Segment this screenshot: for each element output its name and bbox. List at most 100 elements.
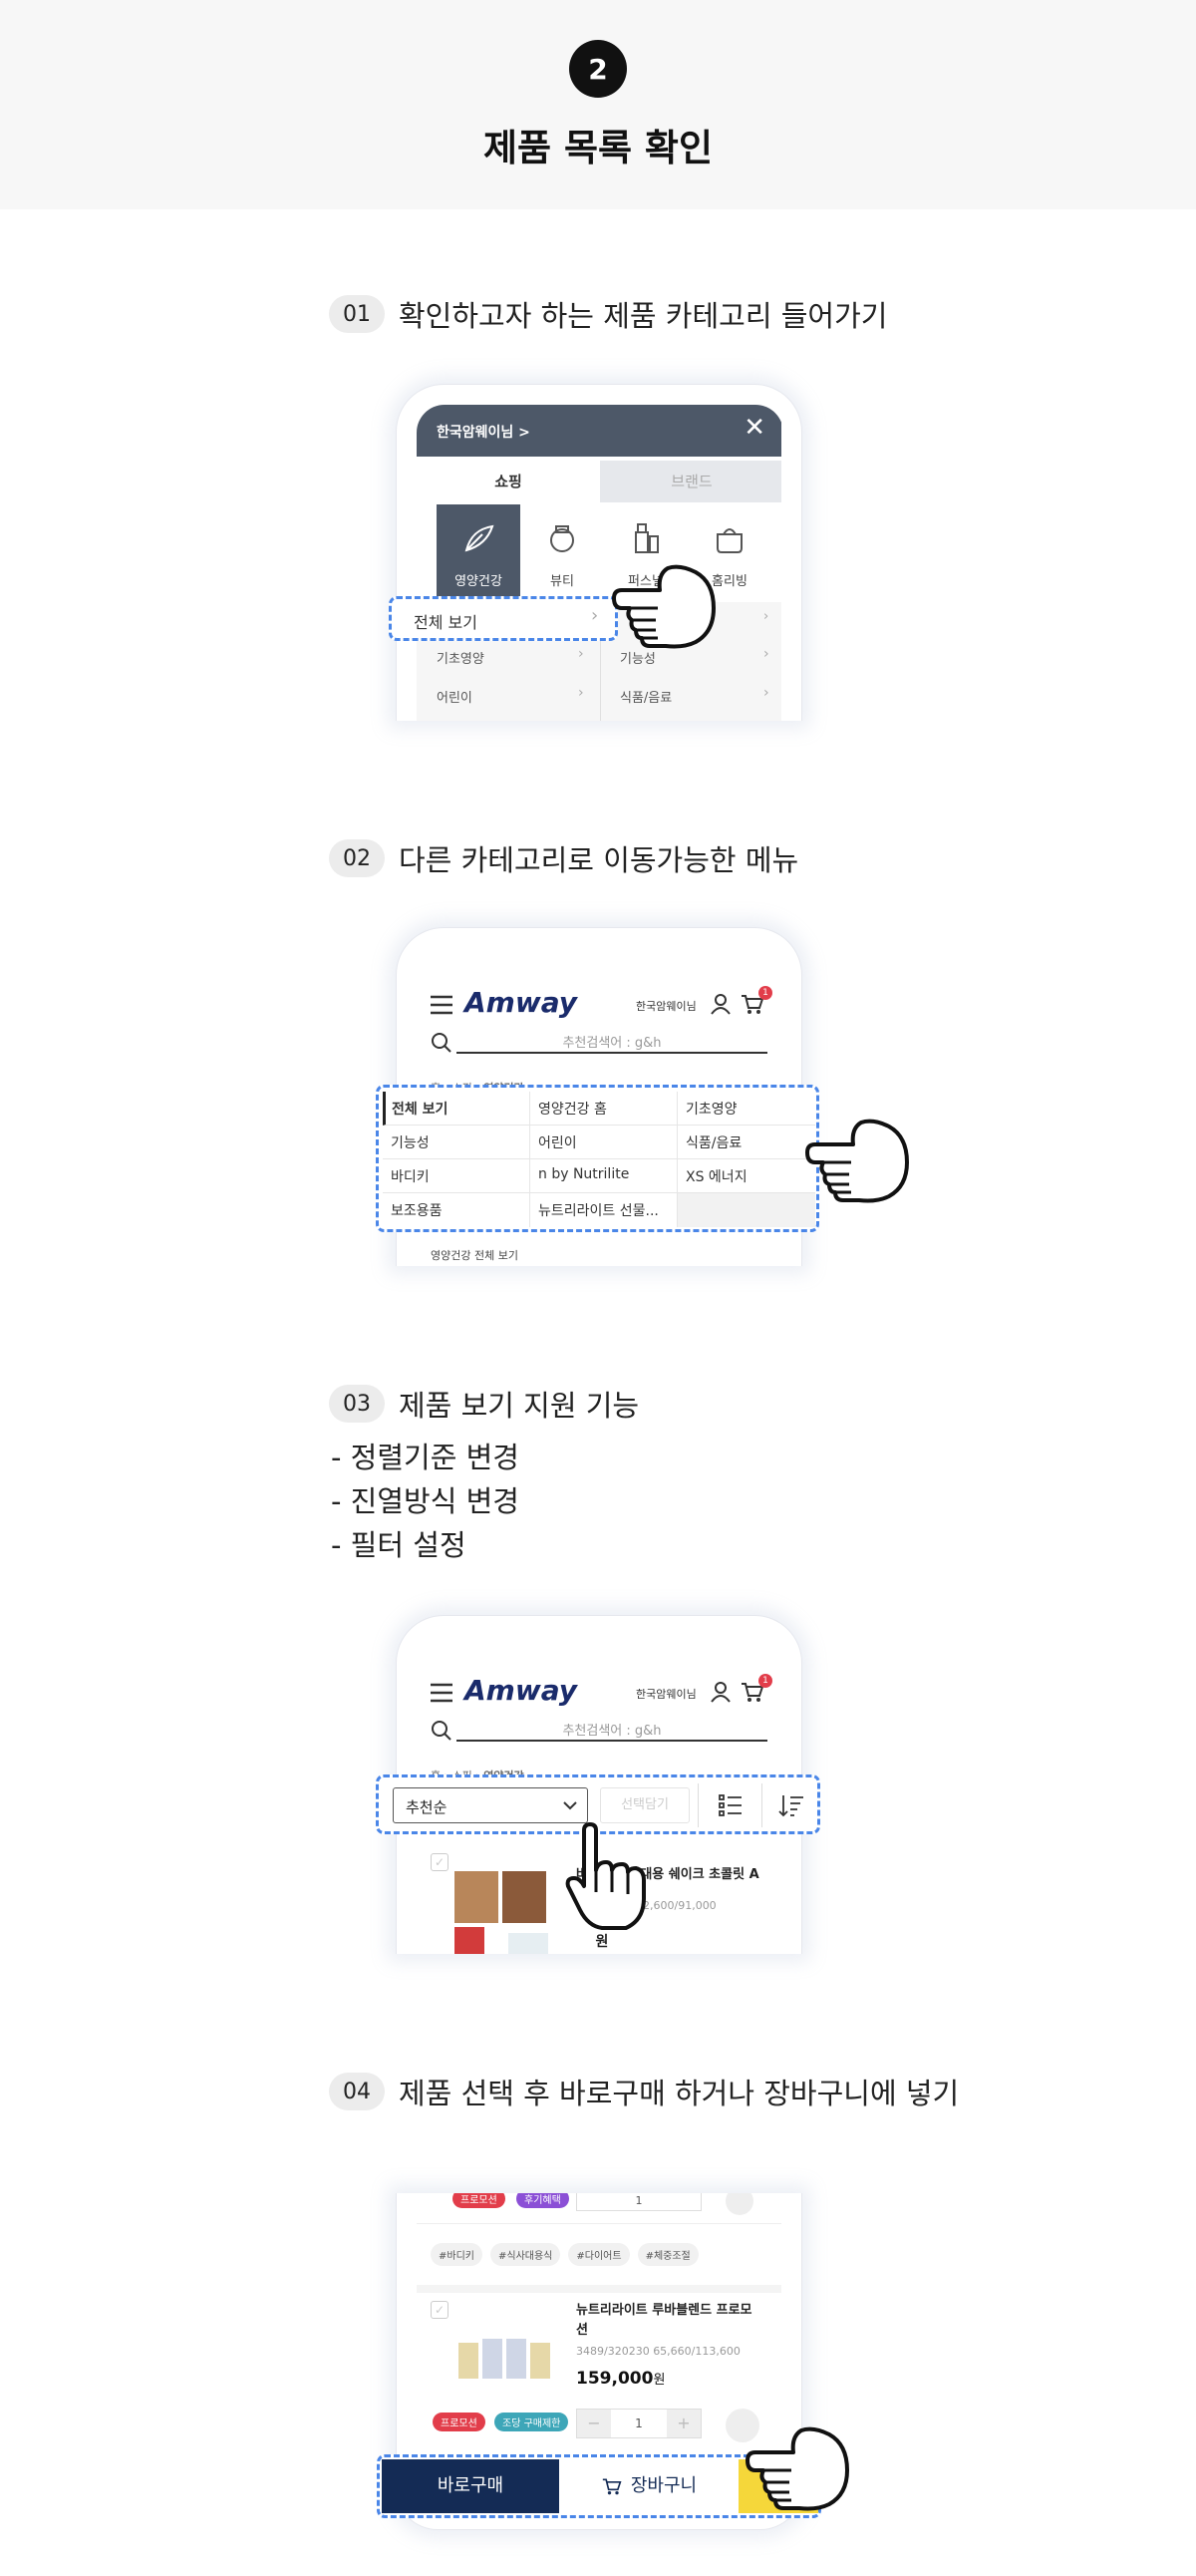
add-to-cart-icon[interactable] xyxy=(726,2193,753,2215)
pot-icon xyxy=(717,528,743,553)
menu-item[interactable]: 어린이 xyxy=(530,1126,678,1159)
highlight-all-view[interactable]: 전체 보기 › xyxy=(389,596,618,641)
product-name-line: 뉴트리라이트 루바블렌드 프로모 xyxy=(576,2303,752,2318)
product-image xyxy=(454,1871,498,1923)
cart-count-badge: 1 xyxy=(758,1674,772,1688)
product-image xyxy=(508,1933,548,1954)
category-beauty[interactable]: 뷰티 xyxy=(520,504,604,602)
bottle-icon xyxy=(635,523,659,553)
decrease-button[interactable]: − xyxy=(577,2410,611,2437)
divider xyxy=(417,2285,781,2293)
menu-item[interactable]: 식품/음료 xyxy=(678,1126,815,1159)
submenu-item[interactable]: 기초영양 xyxy=(437,648,484,667)
feature-list: - 정렬기준 변경 - 진열방식 변경 - 필터 설정 xyxy=(331,1436,519,1567)
submenu-item[interactable]: 어린이 xyxy=(437,687,472,706)
menu-item[interactable]: 보조용품 xyxy=(383,1193,530,1227)
all-view-label: 전체 보기 xyxy=(414,613,477,632)
section-number: 01 xyxy=(329,295,385,333)
divider xyxy=(761,1783,762,1827)
tag-list: #바디키 #식사대용식 #다이어트 #체중조절 xyxy=(431,2243,699,2266)
user-icon[interactable] xyxy=(710,992,732,1016)
tab-brand[interactable]: 브랜드 xyxy=(600,461,781,502)
search-input[interactable]: 추천검색어 : g&h xyxy=(456,1720,767,1742)
section-header: 2 제품 목록 확인 xyxy=(0,0,1196,209)
menu-item[interactable]: 뉴트리라이트 선물... xyxy=(530,1193,678,1227)
pointing-hand-icon xyxy=(805,1119,909,1203)
list-view-icon[interactable] xyxy=(718,1792,744,1818)
category-nutrition[interactable]: 영양건강 xyxy=(437,504,520,602)
buy-now-button[interactable]: 바로구매 xyxy=(382,2459,559,2513)
pointing-hand-icon xyxy=(746,2426,849,2511)
quantity-stepper[interactable]: − 1 + xyxy=(576,2409,702,2438)
menu-item[interactable]: n by Nutrilite xyxy=(530,1159,678,1193)
search-icon[interactable] xyxy=(431,1032,452,1054)
add-to-cart-button[interactable]: 장바구니 xyxy=(559,2459,739,2513)
product-code: 3489/320230 65,660/113,600 xyxy=(576,2345,741,2358)
product-image xyxy=(482,2339,502,2379)
quantity-stepper[interactable]: 1 xyxy=(576,2193,702,2211)
search-icon[interactable] xyxy=(431,1720,452,1742)
filter-sort-icon[interactable] xyxy=(777,1792,805,1818)
hamburger-menu-icon[interactable] xyxy=(429,994,454,1016)
chevron-down-icon xyxy=(563,1801,577,1810)
user-name: 한국암웨이님 xyxy=(636,1688,697,1701)
search-input[interactable]: 추천검색어 : g&h xyxy=(456,1032,767,1054)
tag[interactable]: #바디키 xyxy=(431,2243,482,2266)
chevron-right-icon: › xyxy=(763,609,769,624)
amway-logo[interactable]: Amway xyxy=(464,1674,577,1707)
chevron-right-icon: › xyxy=(763,646,769,662)
user-icon[interactable] xyxy=(710,1680,732,1704)
category-title-peek: 영양건강 전체 보기 xyxy=(431,1249,518,1262)
page-title: 제품 목록 확인 xyxy=(482,127,713,169)
tab-shopping[interactable]: 쇼핑 xyxy=(417,461,600,502)
tag[interactable]: #식사대용식 xyxy=(489,2243,561,2266)
feature-item: - 진열방식 변경 xyxy=(331,1484,519,1518)
menu-item[interactable]: 영양건강 홈 xyxy=(530,1092,678,1126)
product-checkbox[interactable]: ✓ xyxy=(431,2301,448,2319)
category-label: 영양건강 xyxy=(454,574,502,589)
divider xyxy=(698,1783,699,1827)
section-text: 제품 보기 지원 기능 xyxy=(399,1389,640,1423)
step-number-badge: 2 xyxy=(569,40,627,98)
tag[interactable]: #다이어트 xyxy=(568,2243,630,2266)
submenu-item[interactable]: 식품/음료 xyxy=(620,687,672,706)
section-number: 02 xyxy=(329,839,385,877)
quantity-value[interactable]: 1 xyxy=(611,2410,667,2437)
highlight-category-menu: 전체 보기 영양건강 홈 기초영양 기능성 어린이 식품/음료 바디키 n by… xyxy=(376,1085,819,1232)
menu-item[interactable]: 기능성 xyxy=(383,1126,530,1159)
section-01-label: 01 확인하고자 하는 제품 카테고리 들어가기 xyxy=(329,293,887,335)
increase-button[interactable]: + xyxy=(667,2410,701,2437)
hamburger-menu-icon[interactable] xyxy=(429,1682,454,1704)
promotion-badge: 프로모션 xyxy=(452,2193,505,2208)
pointing-up-hand-icon xyxy=(565,1822,646,1930)
menu-item[interactable]: XS 에너지 xyxy=(678,1159,815,1193)
menu-item-all[interactable]: 전체 보기 xyxy=(383,1092,530,1126)
sort-select[interactable]: 추천순 xyxy=(393,1787,588,1823)
promotion-badge: 프로모션 xyxy=(433,2413,485,2431)
chevron-right-icon: › xyxy=(591,605,599,626)
sort-select-value: 추천순 xyxy=(406,1798,448,1816)
purchase-limit-badge: 조당 구매제한 xyxy=(494,2413,569,2431)
menu-header: 한국암웨이님 > ✕ xyxy=(417,405,781,457)
tag[interactable]: #체중조절 xyxy=(637,2243,699,2266)
user-name: 한국암웨이님 xyxy=(636,1000,697,1013)
amway-logo[interactable]: Amway xyxy=(464,986,577,1019)
cosmetics-icon xyxy=(550,525,574,552)
user-link[interactable]: 한국암웨이님 > xyxy=(437,422,530,442)
add-selected-button[interactable]: 선택담기 xyxy=(600,1787,690,1823)
product-checkbox[interactable]: ✓ xyxy=(431,1853,448,1871)
close-icon[interactable]: ✕ xyxy=(744,415,765,441)
feature-item: - 필터 설정 xyxy=(331,1528,466,1562)
menu-item[interactable]: 기초영양 xyxy=(678,1092,815,1126)
phone-mockup-1: 한국암웨이님 > ✕ 쇼핑 브랜드 영양건강 뷰티 퍼스널 홈리빙 › 기초영양… xyxy=(396,384,802,721)
review-benefit-badge: 후기혜택 xyxy=(516,2193,569,2208)
menu-item-empty xyxy=(678,1193,815,1227)
section-number: 03 xyxy=(329,1385,385,1423)
section-03-label: 03 제품 보기 지원 기능 xyxy=(329,1383,639,1425)
pointing-hand-icon xyxy=(612,564,716,649)
leaf-icon xyxy=(464,524,494,552)
feature-item: - 정렬기준 변경 xyxy=(331,1441,519,1474)
menu-item[interactable]: 바디키 xyxy=(383,1159,530,1193)
price-value: 159,000 xyxy=(576,2369,654,2389)
product-name[interactable]: 뉴트리라이트 루바블렌드 프로모 션 xyxy=(576,2301,775,2341)
